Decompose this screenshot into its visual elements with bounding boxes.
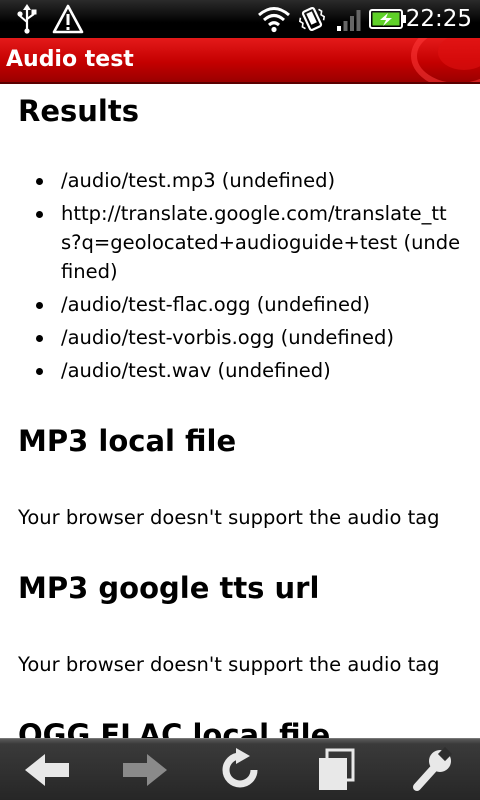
results-heading: Results [18,94,139,128]
results-list-item: /audio/test.wav (undefined) [0,356,461,385]
bullet-icon [36,368,43,375]
battery-charging-icon [368,0,408,38]
audio-unsupported-text: Your browser doesn't support the audio t… [18,506,440,529]
bullet-icon [36,178,43,185]
section-heading: MP3 google tts url [18,571,320,605]
results-item-text: /audio/test.wav (undefined) [61,359,331,382]
results-list-item: /audio/test-flac.ogg (undefined) [0,290,461,319]
windows-button[interactable] [288,739,384,800]
results-list-item: /audio/test.mp3 (undefined) [0,166,461,195]
bullet-icon [36,302,43,309]
section-heading: MP3 local file [18,424,237,458]
refresh-button[interactable] [192,739,288,800]
results-item-text: /audio/test-flac.ogg (undefined) [61,293,371,316]
page-title: Audio test [6,47,134,72]
usb-icon [14,0,40,38]
page-content: Results /audio/test.mp3 (undefined) http… [0,84,480,738]
browser-window: 22:25 Audio test Results /audio/test.mp3… [0,0,480,800]
audio-unsupported-text: Your browser doesn't support the audio t… [18,653,440,676]
results-list: /audio/test.mp3 (undefined) http://trans… [0,166,461,389]
bullet-icon [36,335,43,342]
back-button[interactable] [0,739,96,800]
browser-logo-icon [411,38,480,82]
results-item-text: /audio/test.mp3 (undefined) [61,169,336,192]
signal-icon [334,0,366,38]
results-list-item: http://translate.google.com/translate_tt… [0,199,461,286]
results-item-text: http://translate.google.com/translate_tt… [61,202,461,283]
bottom-toolbar [0,738,480,800]
results-list-item: /audio/test-vorbis.ogg (undefined) [0,323,461,352]
forward-arrow-icon [123,754,167,786]
bullet-icon [36,211,43,218]
back-arrow-icon [25,754,69,786]
section-heading: OGG FLAC local file [18,718,331,738]
forward-button[interactable] [96,739,192,800]
status-bar: 22:25 [0,0,480,38]
status-clock: 22:25 [405,6,472,32]
results-item-text: /audio/test-vorbis.ogg (undefined) [61,326,394,349]
vibrate-icon [296,0,328,38]
refresh-icon [222,748,258,788]
windows-icon [319,748,355,790]
title-bar: Audio test [0,38,480,84]
settings-wrench-icon [413,747,453,791]
wifi-icon [256,0,292,38]
settings-button[interactable] [384,739,480,800]
warning-icon [50,0,86,38]
